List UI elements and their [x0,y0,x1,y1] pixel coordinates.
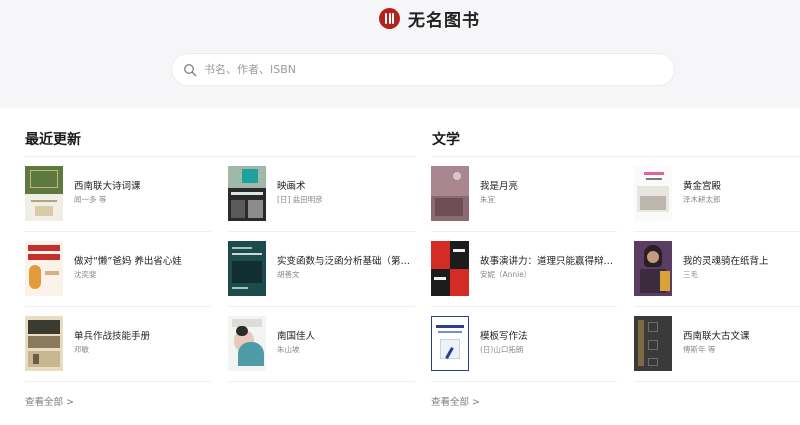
book-author: 邓敏 [74,345,89,354]
book-author: 泽木耕太郎 [683,195,721,204]
book-cover [25,166,63,221]
book-cover [634,166,672,221]
book-cover [431,241,469,296]
book-author: [日] 盐田明彦 [277,195,323,204]
search-bar[interactable] [172,54,674,85]
book-title: 我是月亮 [480,181,519,192]
section-title-literature: 文学 [432,132,460,148]
book-title: 映画术 [277,181,306,192]
book-title: 西南联大诗词课 [74,181,141,192]
header-area: 无名图书 [0,0,800,108]
divider [431,381,617,382]
book-card[interactable]: 黄金宫殿 泽木耕太郎 [634,166,800,222]
book-title: 做对“懒”爸妈 养出省心娃 [74,256,182,267]
book-title: 单兵作战技能手册 [74,331,151,342]
book-author: 安妮（Annie） [480,270,532,279]
divider [431,231,617,232]
view-all-recent-link[interactable]: 查看全部 > [25,394,74,408]
book-title: 故事演讲力：道理只能赢得辩… [480,256,614,267]
book-cover [431,316,469,371]
brand-name: 无名图书 [408,10,480,31]
book-card[interactable]: 模板写作法 (日)山口拓朗 [431,316,617,372]
divider [228,306,415,307]
divider [431,306,617,307]
book-author: 朱宜 [480,195,495,204]
search-icon [183,63,197,76]
divider [25,231,211,232]
book-cover [634,241,672,296]
book-card[interactable]: 西南联大诗词课 闻一多 等 [25,166,211,222]
divider [634,381,800,382]
book-author: (日)山口拓朗 [480,345,524,354]
book-cover [25,316,63,371]
book-card[interactable]: 映画术 [日] 盐田明彦 [228,166,414,222]
book-title: 实变函数与泛函分析基础（第… [277,256,411,267]
divider [432,156,800,157]
book-author: 朱山坡 [277,345,300,354]
book-card[interactable]: 我是月亮 朱宜 [431,166,617,222]
book-author: 胡善文 [277,270,300,279]
divider [634,306,800,307]
book-author: 傅斯年 等 [683,345,716,354]
section-title-recent: 最近更新 [25,132,81,148]
book-card[interactable]: 做对“懒”爸妈 养出省心娃 沈奕斐 [25,241,211,297]
book-card[interactable]: 故事演讲力：道理只能赢得辩… 安妮（Annie） [431,241,617,297]
book-logo-icon [379,7,400,29]
divider [228,381,415,382]
divider [25,306,211,307]
book-author: 闻一多 等 [74,195,107,204]
book-card[interactable]: 西南联大古文课 傅斯年 等 [634,316,800,372]
divider [228,231,415,232]
book-author: 三毛 [683,270,698,279]
book-cover [228,166,266,221]
book-title: 南国佳人 [277,331,316,342]
divider [25,381,211,382]
divider [634,231,800,232]
book-card[interactable]: 我的灵魂骑在纸背上 三毛 [634,241,800,297]
book-cover [228,316,266,371]
book-title: 我的灵魂骑在纸背上 [683,256,769,267]
book-title: 西南联大古文课 [683,331,750,342]
book-title: 模板写作法 [480,331,528,342]
book-card[interactable]: 单兵作战技能手册 邓敏 [25,316,211,372]
search-input[interactable] [204,63,644,76]
book-title: 黄金宫殿 [683,181,722,192]
book-cover [634,316,672,371]
book-card[interactable]: 南国佳人 朱山坡 [228,316,414,372]
book-cover [431,166,469,221]
book-author: 沈奕斐 [74,270,97,279]
brand[interactable]: 无名图书 [379,7,480,31]
book-cover [228,241,266,296]
divider [25,156,415,157]
view-all-literature-link[interactable]: 查看全部 > [431,394,480,408]
book-card[interactable]: 实变函数与泛函分析基础（第… 胡善文 [228,241,414,297]
book-cover [25,241,63,296]
